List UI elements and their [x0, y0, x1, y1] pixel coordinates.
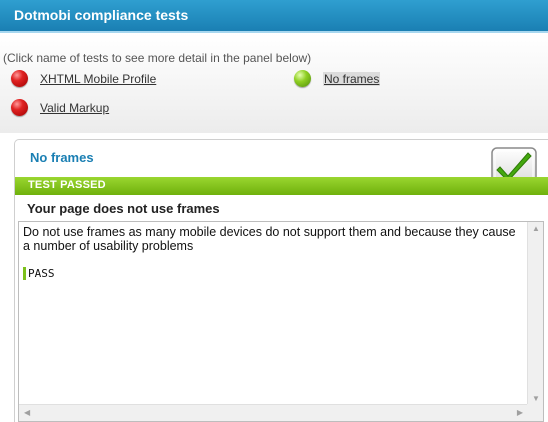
test-item-xhtml-mobile-profile[interactable]: XHTML Mobile Profile — [11, 70, 156, 87]
test-item-no-frames[interactable]: No frames — [294, 70, 381, 87]
vertical-scrollbar[interactable]: ▲ ▼ — [527, 222, 543, 405]
scroll-left-arrow-icon[interactable]: ◀ — [24, 408, 30, 417]
scroll-up-arrow-icon[interactable]: ▲ — [532, 224, 540, 233]
test-detail-panel: No frames TEST PASSED Your page does not… — [14, 139, 548, 422]
page-title: Dotmobi compliance tests — [14, 7, 189, 23]
title-bar: Dotmobi compliance tests — [0, 0, 548, 33]
pass-status-icon — [294, 70, 311, 87]
scroll-down-arrow-icon[interactable]: ▼ — [532, 394, 540, 403]
detail-text-area[interactable]: Do not use frames as many mobile devices… — [18, 221, 544, 422]
test-link-no-frames[interactable]: No frames — [323, 71, 381, 86]
test-link-valid-markup[interactable]: Valid Markup — [40, 101, 109, 115]
test-link-xhtml-mobile-profile[interactable]: XHTML Mobile Profile — [40, 72, 156, 86]
instruction-text: (Click name of tests to see more detail … — [3, 51, 312, 65]
status-bar: TEST PASSED — [15, 177, 548, 195]
status-label: TEST PASSED — [28, 179, 106, 191]
scroll-right-arrow-icon[interactable]: ▶ — [517, 408, 523, 417]
result-heading: Your page does not use frames — [27, 201, 220, 216]
result-code-row: PASS — [23, 267, 55, 280]
horizontal-scrollbar[interactable]: ◀ ▶ — [19, 404, 528, 421]
fail-status-icon — [11, 99, 28, 116]
test-item-valid-markup[interactable]: Valid Markup — [11, 99, 109, 116]
result-code: PASS — [28, 267, 55, 280]
fail-status-icon — [11, 70, 28, 87]
description-text: Do not use frames as many mobile devices… — [23, 225, 516, 253]
text-cursor-marker — [23, 267, 26, 280]
scrollbar-corner — [527, 404, 543, 421]
panel-title: No frames — [30, 150, 94, 165]
